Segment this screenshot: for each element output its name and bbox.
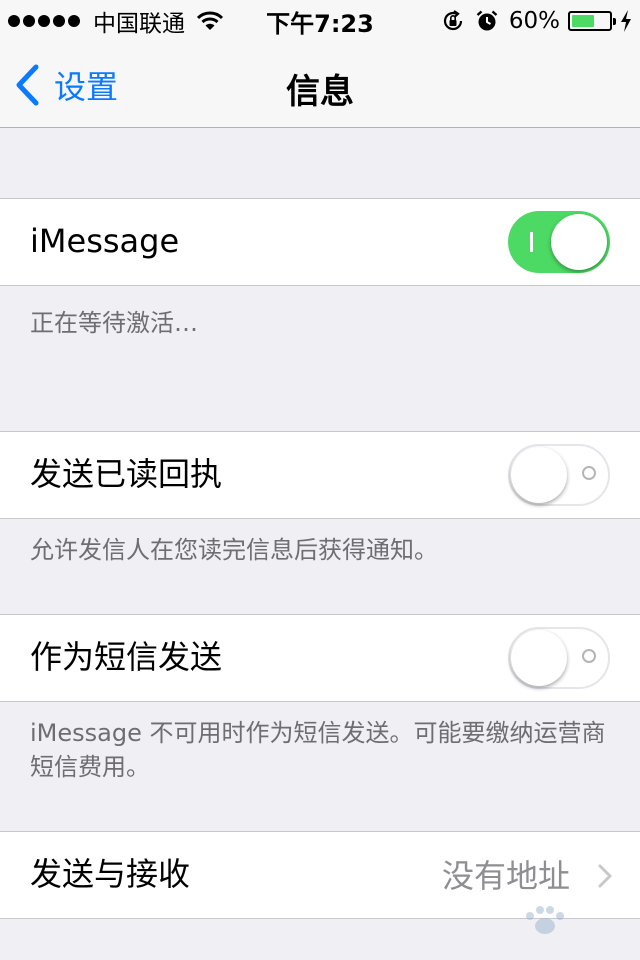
- send-as-sms-note: iMessage 不可用时作为短信发送。可能要缴纳运营商短信费用。: [30, 719, 606, 781]
- toggle-knob: [511, 447, 567, 503]
- battery-icon: [568, 11, 616, 31]
- read-receipts-toggle[interactable]: [508, 444, 610, 506]
- battery-level: [572, 15, 594, 27]
- send-as-sms-cell: 作为短信发送: [0, 614, 640, 702]
- navigation-bar: 设置 信息: [0, 40, 640, 128]
- read-receipts-note: 允许发信人在您读完信息后获得通知。: [30, 536, 438, 564]
- imessage-cell: iMessage: [0, 198, 640, 286]
- toggle-knob: [551, 214, 607, 270]
- read-receipts-label: 发送已读回执: [30, 455, 223, 493]
- status-bar-right: 60%: [441, 6, 632, 36]
- toggle-knob: [511, 630, 567, 686]
- send-receive-label: 发送与接收: [30, 855, 191, 893]
- battery-percent: 60%: [508, 8, 560, 34]
- page-title: 信息: [286, 72, 354, 112]
- imessage-label: iMessage: [30, 222, 180, 260]
- send-receive-value: 没有地址: [441, 857, 570, 895]
- read-receipts-cell: 发送已读回执: [0, 431, 640, 519]
- send-as-sms-toggle[interactable]: [508, 627, 610, 689]
- watermark-logo: [500, 896, 620, 946]
- toggle-off-indicator: [582, 466, 596, 480]
- alarm-icon: [475, 9, 499, 33]
- toggle-off-indicator: [582, 649, 596, 663]
- chevron-right-icon: [598, 864, 612, 888]
- charging-bolt-icon: [620, 10, 632, 32]
- orientation-lock-icon: [441, 9, 465, 33]
- send-as-sms-label: 作为短信发送: [30, 638, 223, 676]
- imessage-status-note: 正在等待激活…: [30, 309, 198, 337]
- status-bar: 中国联通 下午7:23 60%: [0, 0, 640, 40]
- imessage-toggle[interactable]: [508, 211, 610, 273]
- toggle-on-indicator: [530, 232, 533, 252]
